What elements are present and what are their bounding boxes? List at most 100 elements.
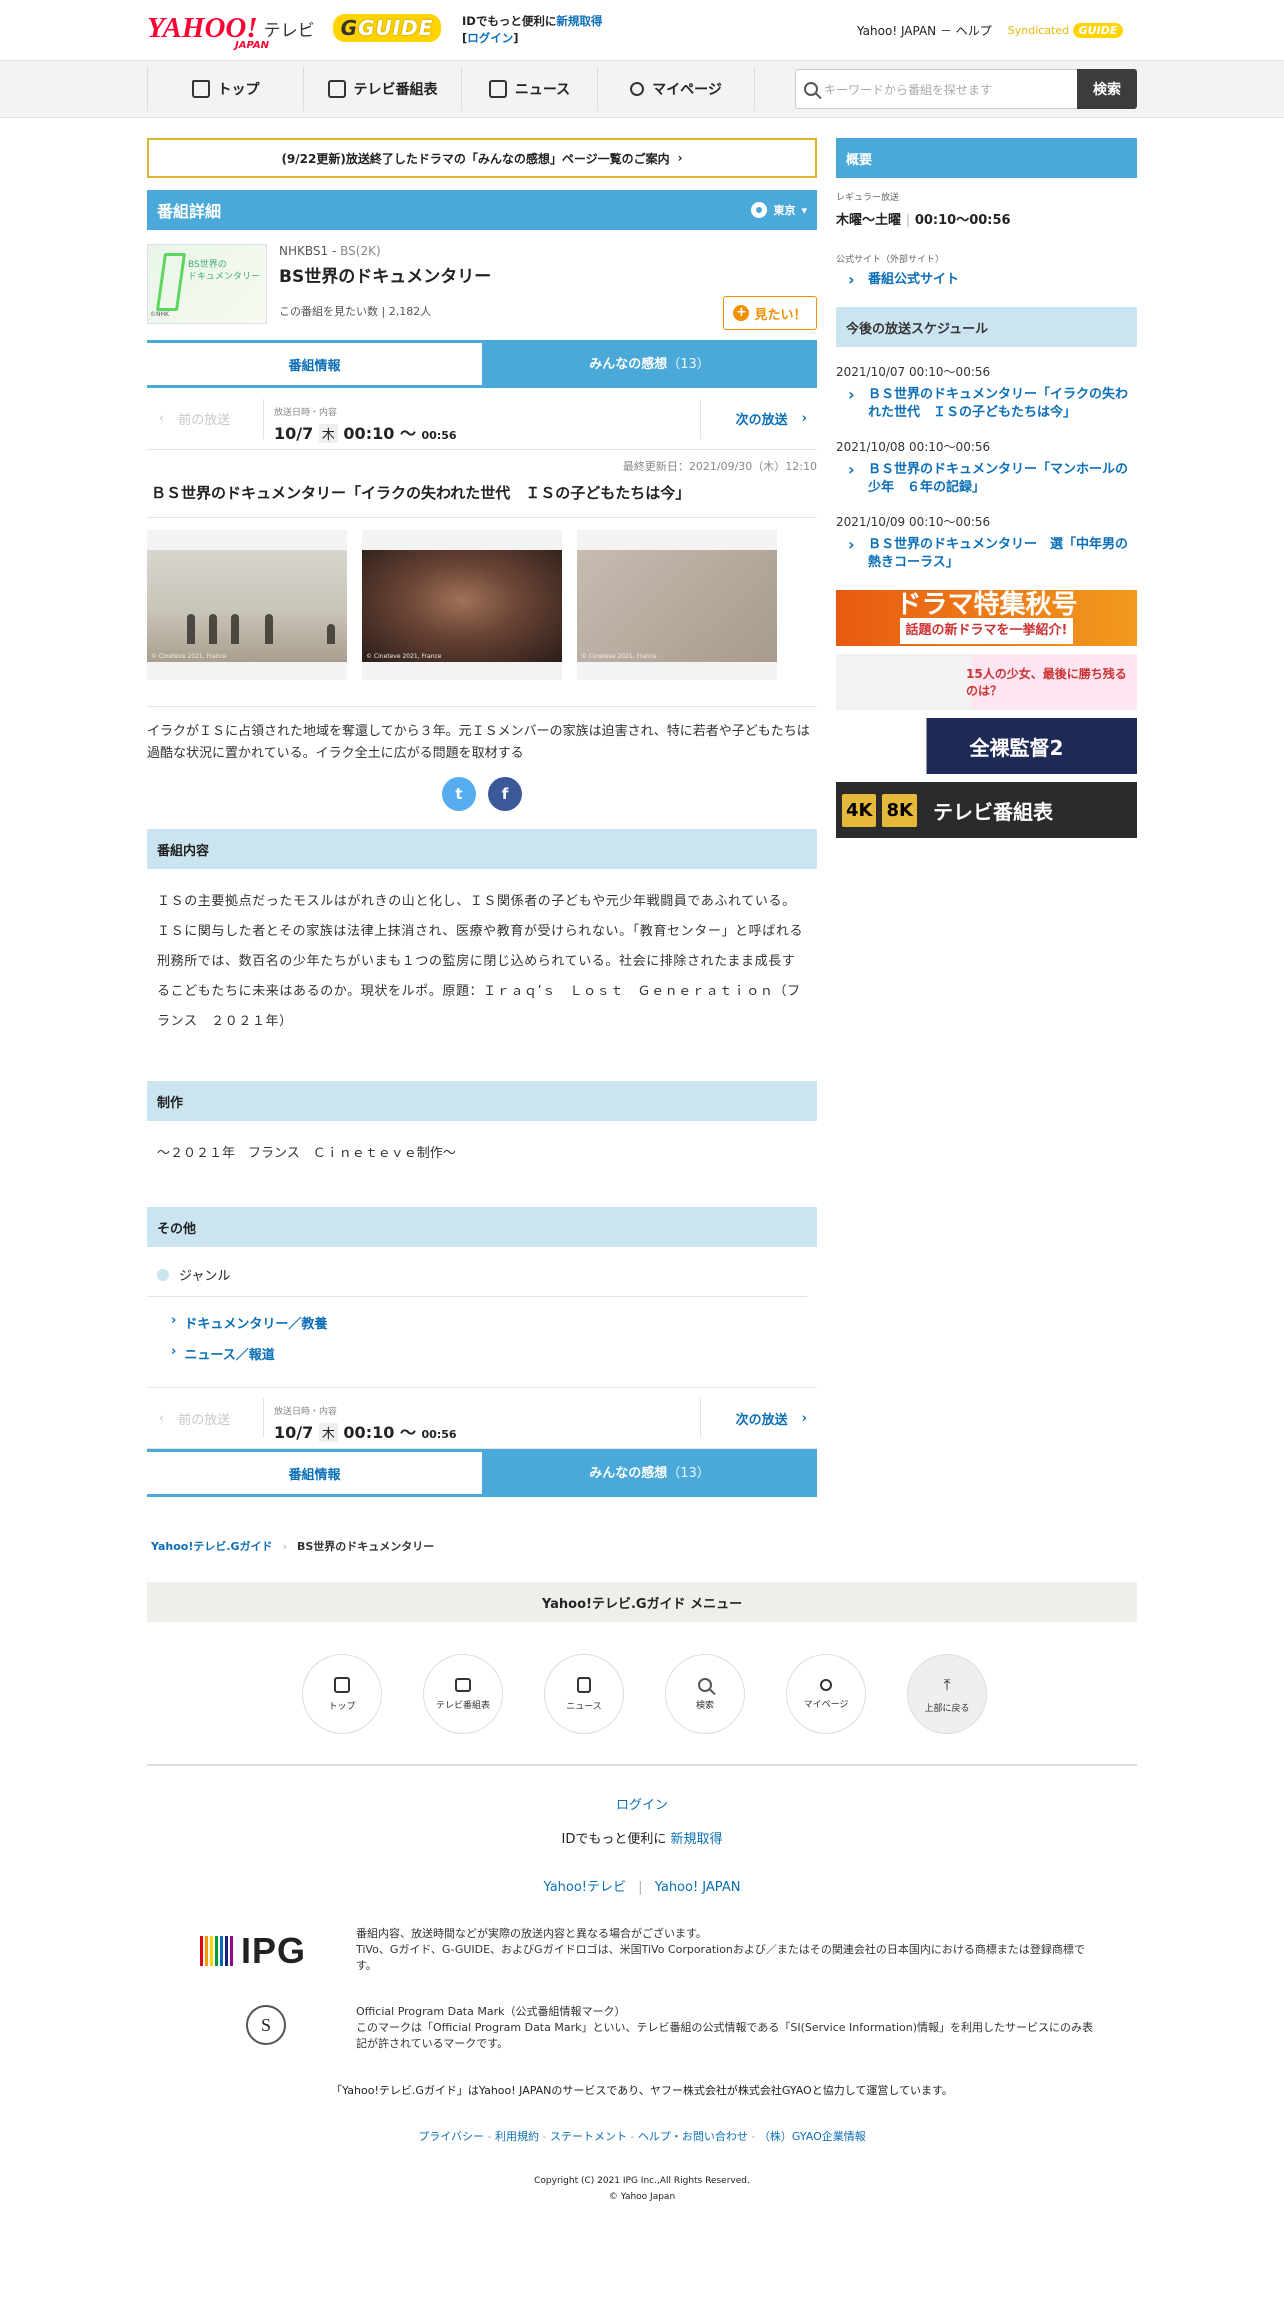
schedule-link[interactable]: ＢＳ世界のドキュメンタリー 選「中年男の熱きコーラス」 xyxy=(848,536,1137,572)
gear-icon xyxy=(751,202,768,218)
official-data-mark-icon: S xyxy=(246,2005,286,2045)
footer-id-text: IDでもっと便利に xyxy=(561,1832,667,1847)
prev-broadcast[interactable]: ‹ 前の放送 xyxy=(147,409,263,428)
nav-tv-schedule[interactable]: テレビ番組表 xyxy=(303,67,461,111)
want-to-watch-button[interactable]: + 見たい！ xyxy=(723,296,817,330)
share-buttons: t f xyxy=(147,777,817,811)
statement-link[interactable]: ステートメント xyxy=(550,2130,627,2143)
footer-search-button[interactable]: 検索 xyxy=(665,1654,745,1734)
broadcast-nav: ‹ 前の放送 放送日時・内容 10/7 木 00:10 〜 00:56 次の放送 › xyxy=(147,388,817,450)
genre-link[interactable]: › ドキュメンタリー／教養 xyxy=(147,1297,817,1332)
prev-broadcast[interactable]: ‹ 前の放送 xyxy=(147,1409,263,1428)
official-site-link[interactable]: 番組公式サイト xyxy=(848,271,1137,289)
tab-reviews[interactable]: みんなの感想 （13） xyxy=(482,340,817,385)
schedule-date: 2021/10/07 00:10～00:56 xyxy=(836,365,991,379)
ipg-logo: IPG xyxy=(200,1930,306,1972)
news-icon xyxy=(577,1676,591,1693)
footer-login-link[interactable]: ログイン xyxy=(616,1798,668,1813)
footer-menu-title: Yahoo!テレビ.Gガイド メニュー xyxy=(147,1582,1137,1622)
program-summary: BS世界の ドキュメンタリー ©NHK NHKBS1 - BS(2K) BS世界… xyxy=(147,244,817,330)
tab-program-info[interactable]: 番組情報 xyxy=(147,1449,482,1494)
episode-title: ＢＳ世界のドキュメンタリー「イラクの失われた世代 ＩＳの子どもたちは今」 xyxy=(147,474,817,518)
schedule-heading: 今後の放送スケジュール xyxy=(836,307,1137,347)
episode-image[interactable]: © Cineteve 2021, France xyxy=(147,530,347,680)
help-contact-link[interactable]: ヘルプ・お問い合わせ xyxy=(638,2130,748,2143)
tab-reviews[interactable]: みんなの感想 （13） xyxy=(482,1449,817,1494)
nav-news[interactable]: ニュース xyxy=(461,67,597,111)
episode-image[interactable]: © Cineteve 2021, France xyxy=(577,530,777,680)
yahoo-tv-logo[interactable]: YAHOO! JAPAN テレビ GGUIDE xyxy=(147,12,442,51)
episode-description: イラクがＩＳに占領された地域を奪還してから３年。元ＩＳメンバーの家族は迫害され、… xyxy=(147,724,810,761)
login-link[interactable]: ログイン xyxy=(467,31,513,45)
program-title: BS世界のドキュメンタリー xyxy=(279,267,492,287)
yahoo-japan-link[interactable]: Yahoo! JAPAN xyxy=(857,24,936,38)
tv-logo-text: テレビ xyxy=(263,20,315,41)
syndicated-logo: Syndicated GUIDE xyxy=(1008,23,1124,38)
notice-banner[interactable]: (9/22更新)放送終了したドラマの「みんなの感想」ページ一覧のご案内 › xyxy=(147,138,817,178)
gyao-corp-link[interactable]: （株）GYAO企業情報 xyxy=(759,2130,866,2143)
id-promo: IDでもっと便利に新規取得 [ログイン] xyxy=(462,14,603,45)
broadcast-nav-bottom: ‹ 前の放送 放送日時・内容 10/7 木 00:10 〜 00:56 次の放送 › xyxy=(147,1387,817,1449)
episode-images: © Cineteve 2021, France © Cineteve 2021,… xyxy=(147,530,817,707)
gyao-banner[interactable]: 15人の少女、最後に勝ち残るのは？ xyxy=(836,654,1137,710)
footer-yahoo-tv-link[interactable]: Yahoo!テレビ xyxy=(544,1880,626,1895)
plus-icon: + xyxy=(733,305,750,321)
yahoo-logo-text: YAHOO! xyxy=(147,12,258,44)
region-select[interactable]: 東京 ▾ xyxy=(751,202,807,218)
help-link[interactable]: ヘルプ xyxy=(956,24,992,38)
gguide-4k8k-banner[interactable]: 4K 8K テレビ番組表 xyxy=(836,782,1137,838)
official-label: 公式サイト（外部サイト） xyxy=(836,255,945,265)
footer-icon-nav: トップ テレビ番組表 ニュース 検索 マイページ ⤒ 上部に戻る xyxy=(302,1654,987,1734)
production-body: 〜２０２１年 フランス Ｃｉｎｅｔｅｖｅ制作〜 xyxy=(157,1146,456,1161)
twitter-share-button[interactable]: t xyxy=(442,777,476,811)
last-updated: 最終更新日：2021/09/30（木）12:10 xyxy=(622,460,817,473)
search-icon xyxy=(698,1677,712,1692)
schedule-link[interactable]: ＢＳ世界のドキュメンタリー「マンホールの少年 ６年の記録」 xyxy=(848,461,1137,497)
summary-heading: 概要 xyxy=(836,138,1137,178)
copyright: Copyright (C) 2021 IPG Inc.,All Rights R… xyxy=(534,2176,750,2186)
tv-icon xyxy=(327,80,346,98)
program-thumbnail: BS世界の ドキュメンタリー ©NHK xyxy=(147,244,267,324)
drama-special-banner[interactable]: ドラマ特集秋号 話題の新ドラマを一挙紹介! xyxy=(836,590,1137,646)
next-broadcast[interactable]: 次の放送 › xyxy=(701,1409,817,1428)
gguide-logo: GGUIDE xyxy=(332,14,442,42)
facebook-share-button[interactable]: f xyxy=(488,777,522,811)
footer-yahoo-japan-link[interactable]: Yahoo! JAPAN xyxy=(655,1880,741,1895)
footer-news-button[interactable]: ニュース xyxy=(544,1654,624,1734)
footer-disclaimer: 番組内容、放送時間などが実際の放送内容と異なる場合がございます。 TiVo、Gガイ… xyxy=(356,1927,1085,1972)
signup-link[interactable]: 新規取得 xyxy=(556,14,602,28)
nav-mypage[interactable]: マイページ xyxy=(597,67,755,111)
schedule-date: 2021/10/09 00:10～00:56 xyxy=(836,515,991,529)
schedule-link[interactable]: ＢＳ世界のドキュメンタリー「イラクの失われた世代 ＩＳの子どもたちは今」 xyxy=(848,386,1137,422)
regular-schedule: 木曜～土曜 | 00:10～00:56 xyxy=(836,213,1011,228)
search-button[interactable]: 検索 xyxy=(1077,69,1137,109)
footer-tv-schedule-button[interactable]: テレビ番組表 xyxy=(423,1654,503,1734)
search-icon xyxy=(804,82,818,96)
production-heading: 制作 xyxy=(147,1081,817,1121)
tab-program-info[interactable]: 番組情報 xyxy=(147,340,482,385)
footer-mypage-button[interactable]: マイページ xyxy=(786,1654,866,1734)
footer-top-button[interactable]: トップ xyxy=(302,1654,382,1734)
schedule-date: 2021/10/08 00:10～00:56 xyxy=(836,440,991,454)
netflix-banner[interactable]: 全裸監督2 xyxy=(836,718,1137,774)
home-icon xyxy=(191,80,210,98)
nav-top[interactable]: トップ xyxy=(147,67,303,111)
channel[interactable]: NHKBS1 - BS(2K) xyxy=(279,244,491,258)
search-input[interactable]: キーワードから番組を探せます xyxy=(795,69,1077,109)
breadcrumb-root[interactable]: Yahoo!テレビ.Gガイド xyxy=(151,1538,273,1554)
footer-signup-link[interactable]: 新規取得 xyxy=(670,1832,722,1847)
search-form: キーワードから番組を探せます 検索 xyxy=(795,69,1137,109)
next-broadcast[interactable]: 次の放送 › xyxy=(701,409,817,428)
user-icon xyxy=(820,1678,832,1691)
back-to-top-button[interactable]: ⤒ 上部に戻る xyxy=(907,1654,987,1734)
regular-label: レギュラー放送 xyxy=(836,193,900,203)
japan-logo-text: JAPAN xyxy=(235,40,269,51)
terms-link[interactable]: 利用規約 xyxy=(495,2130,539,2143)
copyright-yahoo: © Yahoo Japan xyxy=(608,2192,676,2202)
chevron-right-icon: › xyxy=(677,151,683,165)
global-nav: トップ テレビ番組表 ニュース マイページ キーワードから番組を探せます 検索 xyxy=(0,60,1284,118)
site-header: YAHOO! JAPAN テレビ GGUIDE IDでもっと便利に新規取得 [ロ… xyxy=(0,0,1284,60)
episode-image[interactable]: © Cineteve 2021, France xyxy=(362,530,562,680)
privacy-link[interactable]: プライバシー xyxy=(418,2130,484,2143)
genre-link[interactable]: › ニュース／報道 xyxy=(147,1332,817,1363)
